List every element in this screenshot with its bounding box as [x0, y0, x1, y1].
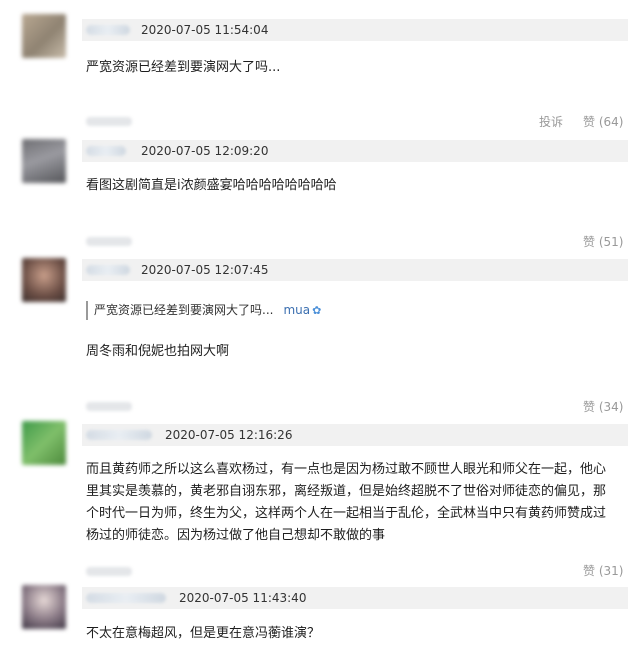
comment-timestamp: 2020-07-05 12:16:26	[165, 428, 293, 442]
avatar[interactable]	[22, 585, 66, 629]
comment-timestamp: 2020-07-05 11:43:40	[179, 591, 307, 605]
like-button[interactable]: 赞 (31)	[583, 563, 623, 579]
like-button[interactable]: 赞 (64)	[583, 114, 623, 130]
comment-text: 严宽资源已经差到要演网大了吗...	[86, 60, 281, 75]
comment-text-line: 而且黄药师之所以这么喜欢杨过，有一点也是因为杨过敢不顾世人眼光和师父在一起，他心	[86, 462, 607, 477]
comment-timestamp: 2020-07-05 12:09:20	[141, 144, 269, 158]
avatar[interactable]	[22, 258, 66, 302]
comment-text-line: 杨过的师徒恋。因为杨过做了他自己想却不敢做的事	[86, 528, 386, 543]
comment-meta-blurred	[86, 567, 132, 576]
username-blurred[interactable]	[86, 430, 152, 440]
comment-timestamp: 2020-07-05 11:54:04	[141, 23, 269, 37]
report-button[interactable]: 投诉	[539, 114, 563, 130]
leaf-icon: ✿	[312, 304, 322, 317]
comment-timestamp: 2020-07-05 12:07:45	[141, 263, 269, 277]
username-blurred[interactable]	[86, 265, 130, 275]
like-button[interactable]: 赞 (34)	[583, 399, 623, 415]
comment-text: 周冬雨和倪妮也拍网大啊	[86, 344, 230, 359]
comment-text-line: 个时代一日为师，终生为父，这样两个人在一起相当于乱伦，全武林当中只有黄药师赞成过	[86, 506, 607, 521]
comment-meta-blurred	[86, 237, 132, 246]
avatar[interactable]	[22, 139, 66, 183]
username-blurred[interactable]	[86, 146, 126, 156]
comment-meta-blurred	[86, 402, 132, 411]
avatar[interactable]	[22, 14, 66, 58]
quoted-comment: 严宽资源已经差到要演网大了吗... mua ✿	[86, 301, 321, 320]
comment-text: 看图这剧简直是i浓颜盛宴哈哈哈哈哈哈哈哈	[86, 178, 337, 193]
quote-author[interactable]: mua	[283, 303, 310, 317]
comment-header-bar	[82, 424, 628, 446]
comment-text: 而且黄药师之所以这么喜欢杨过，有一点也是因为杨过敢不顾世人眼光和师父在一起，他心…	[86, 459, 631, 547]
username-blurred[interactable]	[86, 593, 166, 603]
like-button[interactable]: 赞 (51)	[583, 234, 623, 250]
avatar[interactable]	[22, 421, 66, 465]
comment-meta-blurred	[86, 117, 132, 126]
username-blurred[interactable]	[86, 25, 130, 35]
comment-text: 不太在意梅超风，但是更在意冯蘅谁演？	[86, 626, 321, 641]
comment-text-line: 里其实是羡慕的，黄老邪自诩东邪，离经叛道，但是始终超脱不了世俗对师徒恋的偏见，那	[86, 484, 607, 499]
quote-text: 严宽资源已经差到要演网大了吗...	[94, 303, 274, 317]
